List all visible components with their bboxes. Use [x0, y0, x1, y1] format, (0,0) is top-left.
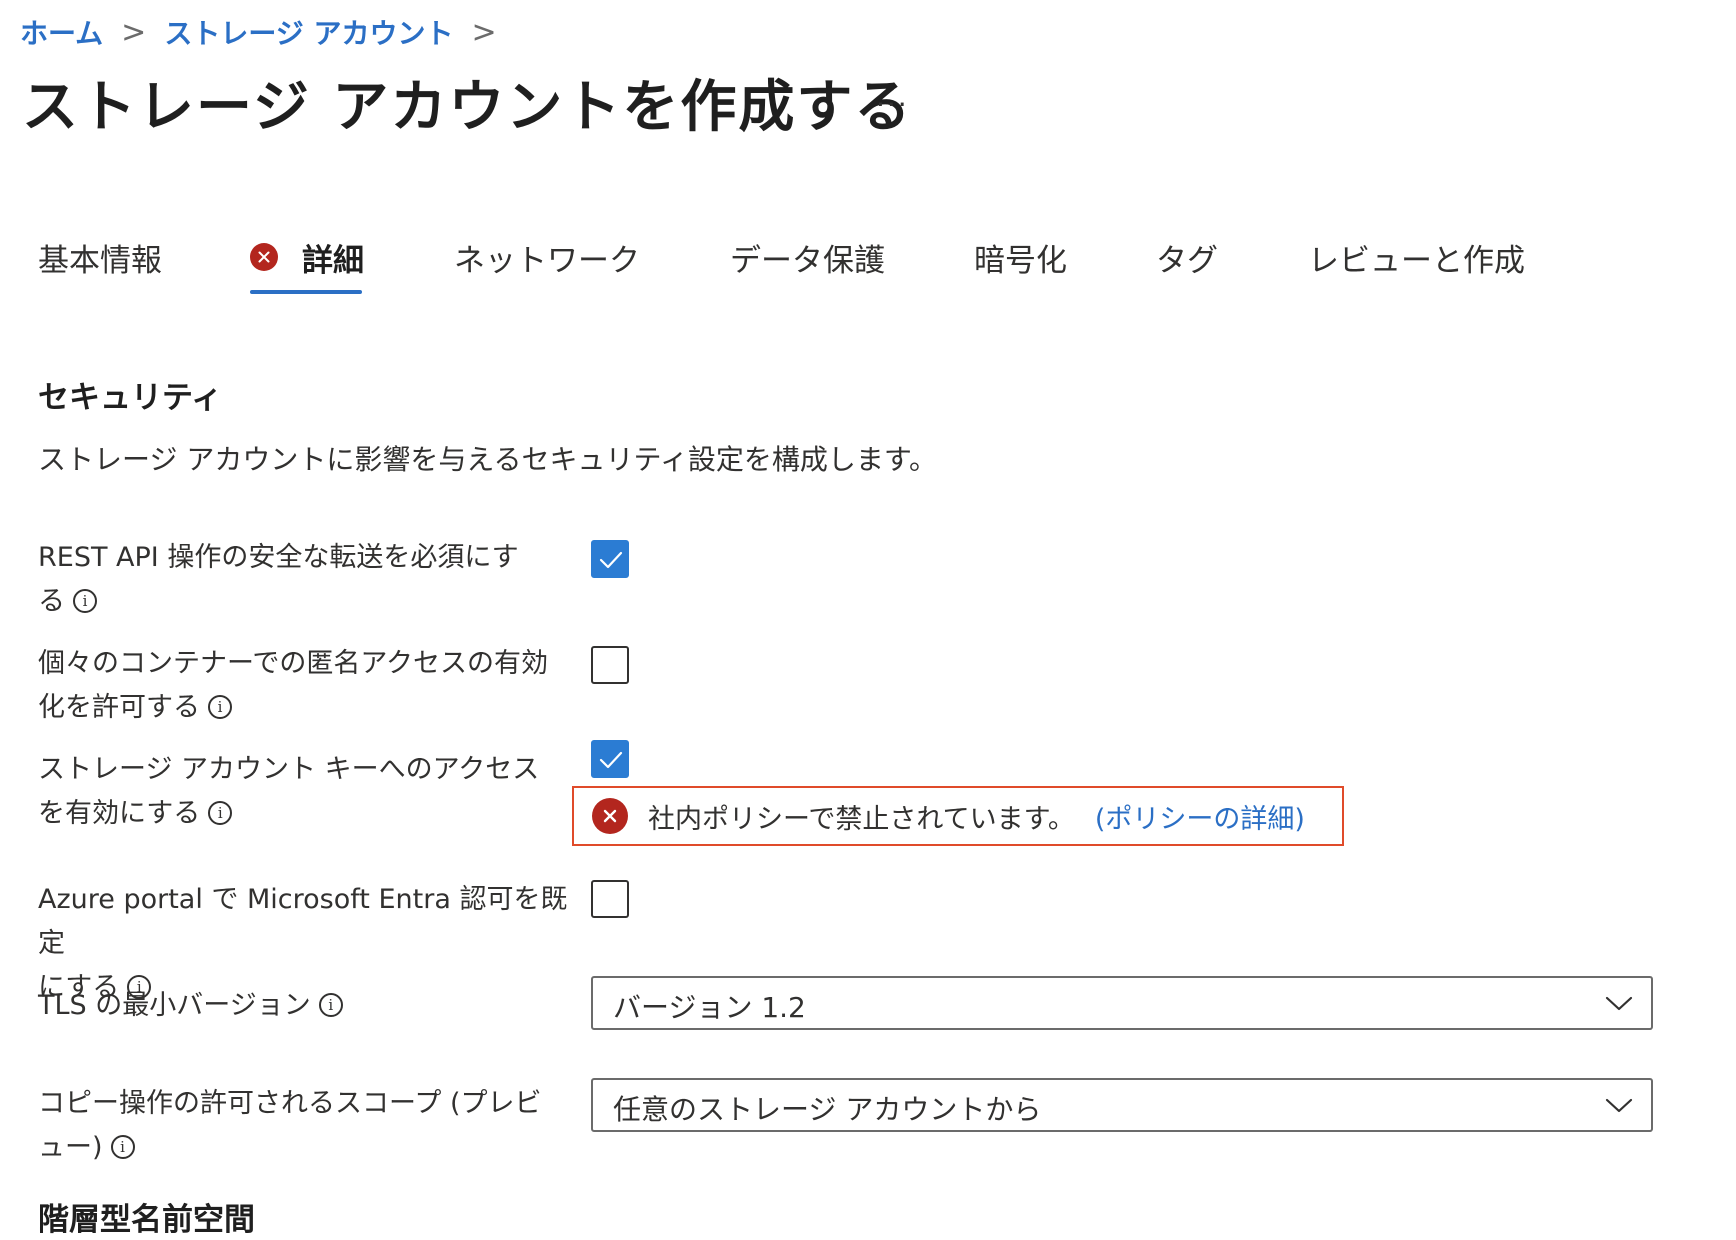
tab-networking[interactable]: ネットワーク: [454, 224, 640, 290]
secure-transfer-label: REST API 操作の安全な転送を必須にす るi: [38, 536, 588, 624]
label-text: REST API 操作の安全な転送を必須にす: [38, 542, 519, 573]
breadcrumb: ホーム > ストレージ アカウント >: [20, 12, 515, 52]
label-text: る: [38, 586, 65, 617]
tab-label: ネットワーク: [454, 242, 640, 279]
breadcrumb-home-link[interactable]: ホーム: [20, 12, 103, 52]
info-icon[interactable]: i: [318, 992, 343, 1017]
error-text: 社内ポリシーで禁止されています。: [648, 803, 1075, 835]
info-icon[interactable]: i: [73, 588, 97, 613]
tab-encryption[interactable]: 暗号化: [974, 224, 1067, 290]
label-text: ュー): [38, 1132, 103, 1163]
label-text: TLS の最小バージョン: [38, 990, 311, 1021]
policy-details-link[interactable]: (ポリシーの詳細): [1095, 797, 1305, 836]
tab-label: レビューと作成: [1308, 242, 1525, 279]
breadcrumb-storage-accounts-link[interactable]: ストレージ アカウント: [164, 12, 453, 52]
tab-data-protection[interactable]: データ保護: [730, 224, 885, 290]
entra-auth-checkbox[interactable]: [591, 880, 629, 918]
tab-label: 詳細: [302, 242, 364, 279]
chevron-down-icon: [1605, 1098, 1633, 1113]
selected-value: 任意のストレージ アカウントから: [613, 1093, 1042, 1126]
label-text: ストレージ アカウント キーへのアクセス: [38, 754, 540, 785]
policy-error-message: 社内ポリシーで禁止されています。 (ポリシーの詳細): [572, 786, 1344, 846]
info-icon[interactable]: i: [208, 800, 233, 825]
chevron-right-icon: >: [471, 14, 497, 50]
chevron-down-icon: [1605, 996, 1633, 1011]
section-description: ストレージ アカウントに影響を与えるセキュリティ設定を構成します。: [38, 443, 938, 476]
checkmark-icon: [599, 751, 623, 769]
anonymous-access-label: 個々のコンテナーでの匿名アクセスの有効 化を許可する i: [38, 642, 588, 730]
active-tab-indicator: [250, 290, 362, 294]
tab-label: データ保護: [730, 242, 885, 279]
more-options-button[interactable]: ...: [876, 80, 909, 113]
selected-value: バージョン 1.2: [613, 991, 806, 1024]
tab-bar: 基本情報 詳細 ネットワーク データ保護 暗号化 タグ レビューと作成: [0, 224, 1736, 300]
tab-review-create[interactable]: レビューと作成: [1308, 224, 1525, 290]
tab-tags[interactable]: タグ: [1156, 224, 1218, 290]
info-icon[interactable]: i: [110, 1134, 135, 1159]
info-icon[interactable]: i: [208, 694, 232, 719]
tls-version-label: TLS の最小バージョン i: [38, 984, 588, 1028]
error-circle-icon: [250, 243, 278, 271]
secure-transfer-checkbox[interactable]: [591, 540, 629, 578]
tab-basics[interactable]: 基本情報: [38, 224, 162, 290]
label-text: 個々のコンテナーでの匿名アクセスの有効: [38, 648, 549, 679]
section-title-security: セキュリティ: [38, 380, 223, 416]
key-access-checkbox[interactable]: [591, 740, 629, 778]
tls-version-dropdown[interactable]: バージョン 1.2: [591, 976, 1653, 1030]
tab-label: 基本情報: [38, 242, 162, 279]
tab-label: タグ: [1156, 242, 1218, 279]
copy-scope-dropdown[interactable]: 任意のストレージ アカウントから: [591, 1078, 1653, 1132]
chevron-right-icon: >: [121, 14, 147, 50]
tab-advanced[interactable]: 詳細: [250, 224, 364, 290]
label-text: を有効にする: [38, 798, 201, 829]
section-title-hierarchical-namespace: 階層型名前空間: [38, 1202, 255, 1238]
key-access-label: ストレージ アカウント キーへのアクセス を有効にする i: [38, 748, 588, 836]
label-text: Azure portal で Microsoft Entra 認可を既定: [38, 884, 568, 959]
page-title: ストレージ アカウントを作成する: [22, 75, 913, 140]
anonymous-access-checkbox[interactable]: [591, 646, 629, 684]
copy-scope-label: コピー操作の許可されるスコープ (プレビ ュー) i: [38, 1082, 588, 1170]
checkmark-icon: [599, 551, 623, 569]
tab-label: 暗号化: [974, 242, 1067, 279]
label-text: コピー操作の許可されるスコープ (プレビ: [38, 1088, 542, 1119]
error-circle-icon: [592, 798, 628, 834]
label-text: 化を許可する: [38, 692, 200, 723]
